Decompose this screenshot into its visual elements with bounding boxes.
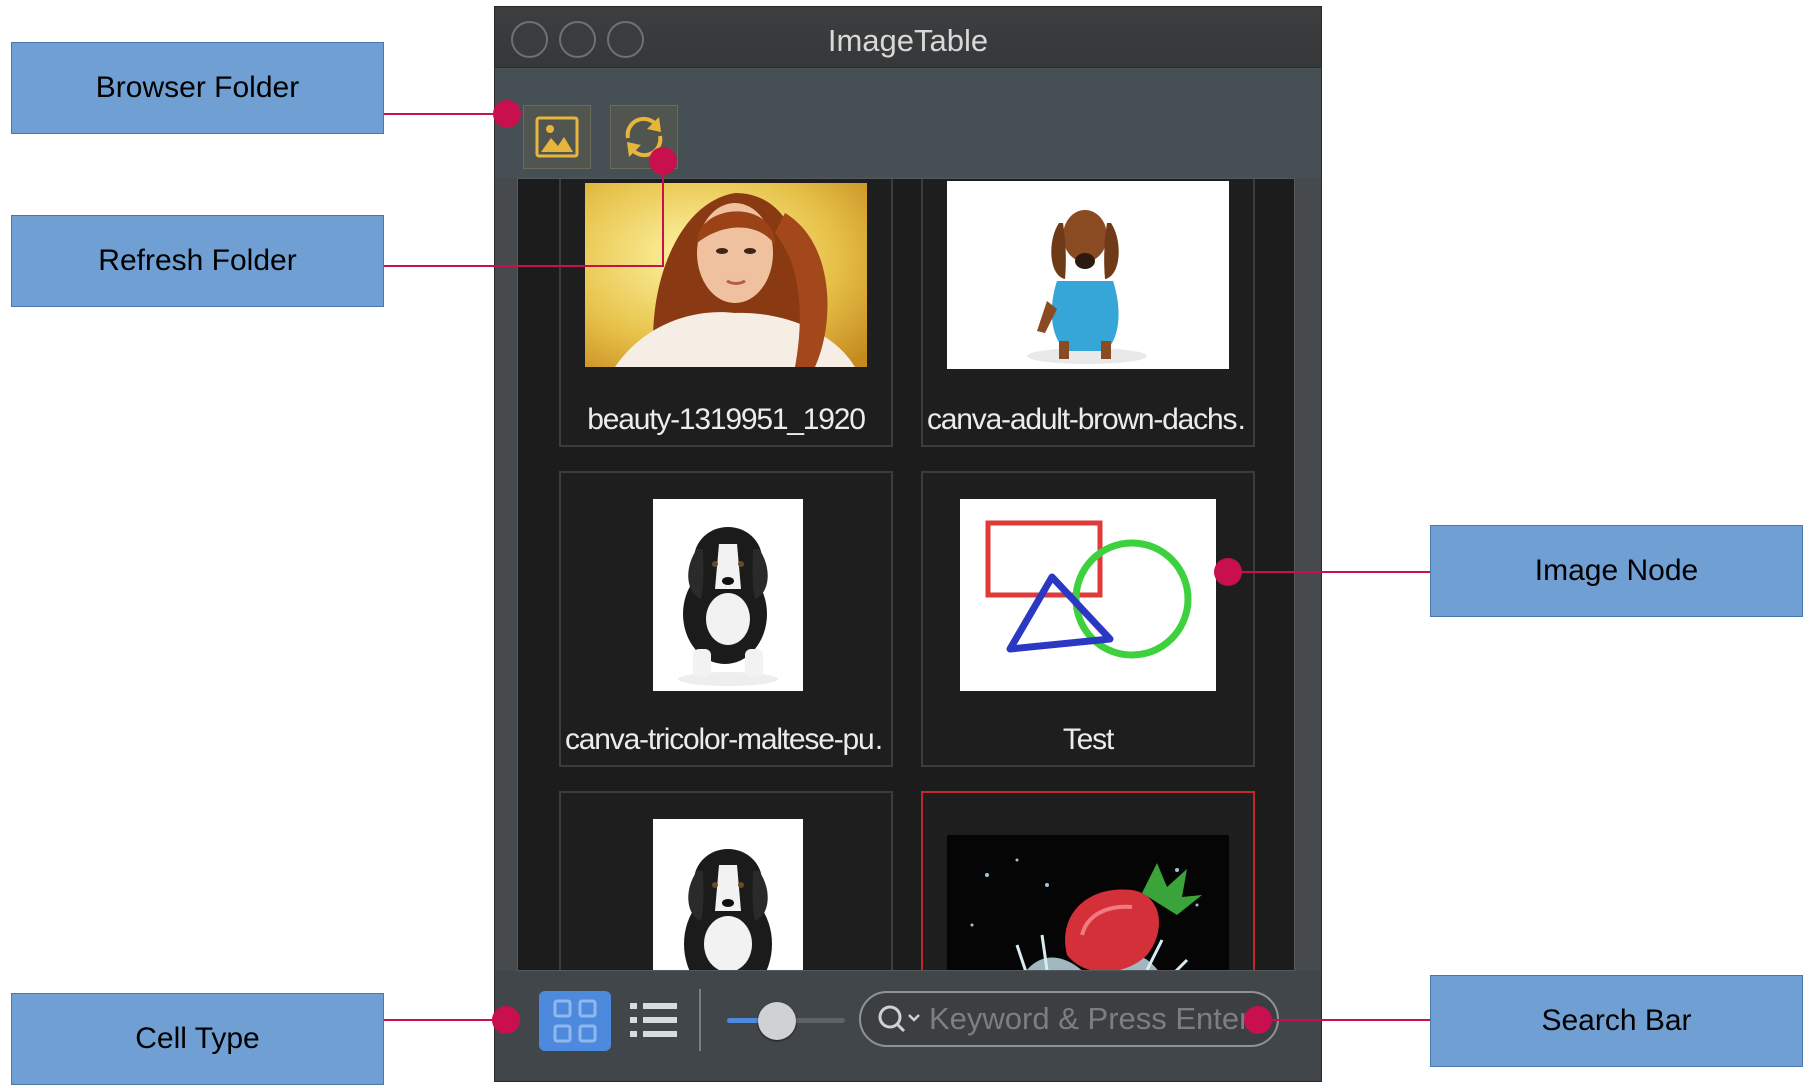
imagetable-window: ImageTable beauty-1319951_1920 canva-adu… — [494, 6, 1322, 1082]
image-caption: Test — [1062, 723, 1114, 756]
list-view-button[interactable] — [628, 995, 680, 1045]
thumbnail-test-shapes — [960, 499, 1216, 691]
window-title: ImageTable — [827, 23, 989, 58]
callout-refresh-folder: Refresh Folder — [11, 215, 384, 307]
toolbar-divider — [699, 989, 701, 1051]
thumbnail-strawberry-splash — [947, 835, 1229, 970]
callout-browser-folder: Browser Folder — [11, 42, 384, 134]
image-node[interactable] — [559, 791, 893, 970]
callout-cell-type: Cell Type — [11, 993, 384, 1085]
browser-folder-button[interactable] — [523, 105, 591, 169]
refresh-folder-button[interactable] — [610, 105, 678, 169]
bottom-bar — [495, 971, 1321, 1081]
refresh-icon — [625, 116, 663, 158]
thumbnail-tricolor-puppy-2 — [653, 819, 803, 970]
search-icon — [878, 1005, 920, 1033]
image-node[interactable]: canva-adult-brown-dachs… — [921, 179, 1255, 447]
search-bar[interactable] — [859, 991, 1279, 1047]
callout-search-bar: Search Bar — [1430, 975, 1803, 1067]
thumbnail-size-slider[interactable] — [727, 1001, 845, 1041]
title-bar: ImageTable — [495, 7, 1321, 68]
image-node[interactable]: beauty-1319951_1920 — [559, 179, 893, 447]
thumbnail-woman-portrait — [585, 183, 867, 367]
list-view-icon — [630, 1003, 677, 1037]
thumbnail-dachshund — [947, 181, 1229, 369]
toolbar — [495, 68, 1321, 178]
image-node[interactable]: canva-tricolor-maltese-pu… — [559, 471, 893, 767]
image-caption: beauty-1319951_1920 — [587, 403, 866, 436]
image-caption: canva-adult-brown-dachs… — [927, 403, 1249, 436]
grid-view-icon — [553, 999, 597, 1043]
search-input[interactable] — [927, 1000, 1277, 1038]
callout-image-node: Image Node — [1430, 525, 1803, 617]
thumbnail-tricolor-puppy — [653, 499, 803, 691]
image-node[interactable]: Test — [921, 471, 1255, 767]
slider-knob[interactable] — [758, 1002, 796, 1040]
image-folder-icon — [535, 116, 579, 158]
image-grid[interactable]: beauty-1319951_1920 canva-adult-brown-da… — [517, 178, 1295, 971]
grid-view-button[interactable] — [539, 991, 611, 1051]
image-caption: canva-tricolor-maltese-pu… — [565, 723, 887, 756]
image-node-selected[interactable] — [921, 791, 1255, 970]
